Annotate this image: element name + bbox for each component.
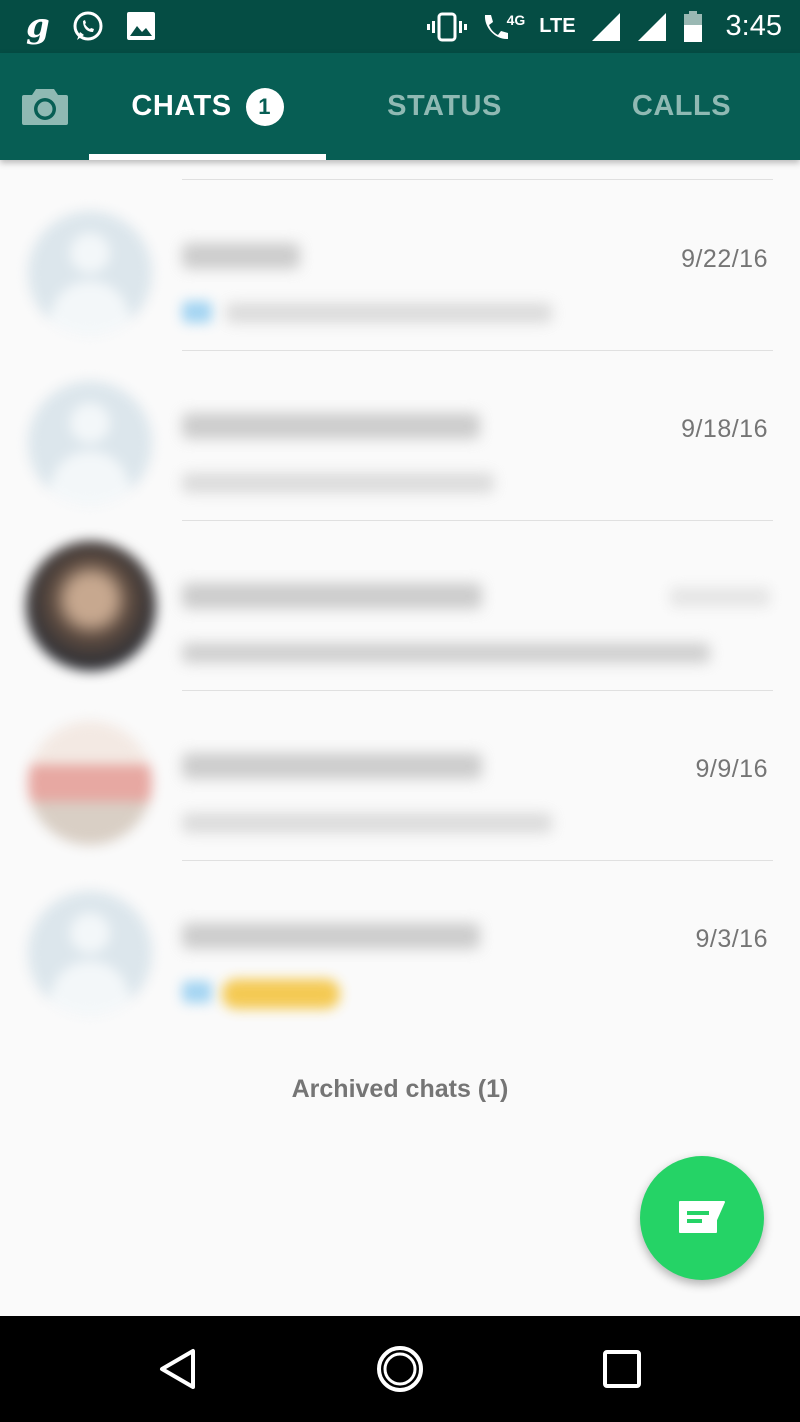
blurred-message-preview (182, 643, 710, 663)
blurred-message-preview (226, 303, 552, 323)
blurred-contact-name (182, 243, 300, 269)
blurred-contact-name (182, 413, 480, 439)
status-bar: g 4G LTE 3:45 (0, 0, 800, 53)
tab-calls[interactable]: CALLS (563, 53, 800, 160)
lte-label: LTE (539, 15, 576, 37)
blurred-contact-name (182, 923, 480, 949)
camera-icon[interactable] (20, 85, 70, 127)
app-bar: CHATS 1 STATUS CALLS (0, 53, 800, 160)
notification-icons: g (26, 6, 156, 46)
volte-call-indicator: 4G (481, 11, 526, 42)
image-icon (126, 12, 155, 40)
tab-chats-label: CHATS (131, 90, 232, 122)
back-icon[interactable] (155, 1344, 205, 1394)
chat-row[interactable]: 9/22/16 (0, 181, 800, 351)
system-icons: 4G LTE 3:45 (426, 0, 782, 53)
avatar[interactable] (26, 541, 156, 671)
chat-row[interactable]: 9/3/16 (0, 861, 800, 1031)
clock: 3:45 (725, 10, 782, 42)
phone-icon (484, 14, 508, 39)
battery-icon (683, 10, 702, 42)
tab-indicator (89, 154, 326, 160)
blurred-message-preview (182, 813, 552, 833)
blurred-contact-name (182, 753, 482, 779)
avatar[interactable] (28, 721, 152, 845)
divider (182, 179, 773, 180)
signal-icon-2 (637, 12, 666, 41)
recents-icon[interactable] (597, 1344, 647, 1394)
blurred-read-tick (182, 981, 212, 1003)
blurred-emoji-preview (222, 979, 340, 1009)
avatar[interactable] (28, 211, 152, 335)
signal-icon (591, 12, 620, 41)
tab-chats[interactable]: CHATS 1 (89, 53, 326, 160)
g-app-icon: g (26, 6, 50, 46)
tab-status-label: STATUS (387, 90, 502, 122)
chat-time: 9/9/16 (695, 755, 768, 783)
new-chat-icon (679, 1201, 725, 1233)
whatsapp-icon (73, 11, 103, 41)
chat-time: 9/3/16 (695, 925, 768, 953)
chat-row[interactable] (0, 521, 800, 691)
tab-status[interactable]: STATUS (326, 53, 563, 160)
chat-time: 9/22/16 (681, 245, 768, 273)
blurred-message-preview (182, 473, 494, 493)
chat-time: 9/18/16 (681, 415, 768, 443)
blurred-read-tick (182, 301, 212, 323)
vibrate-icon (426, 12, 467, 41)
archived-chats-link[interactable]: Archived chats (1) (0, 1075, 800, 1104)
unread-badge: 1 (245, 87, 284, 126)
avatar[interactable] (28, 381, 152, 505)
network-type-label: 4G (506, 11, 526, 28)
tab-calls-label: CALLS (631, 90, 732, 122)
chat-row[interactable]: 9/18/16 (0, 351, 800, 521)
navigation-bar (0, 1316, 800, 1422)
avatar[interactable] (28, 891, 152, 1015)
home-icon[interactable] (375, 1344, 425, 1394)
new-chat-button[interactable] (640, 1156, 764, 1280)
blurred-contact-name (182, 583, 482, 609)
blurred-chat-time (670, 587, 770, 607)
chat-row[interactable]: 9/9/16 (0, 691, 800, 861)
